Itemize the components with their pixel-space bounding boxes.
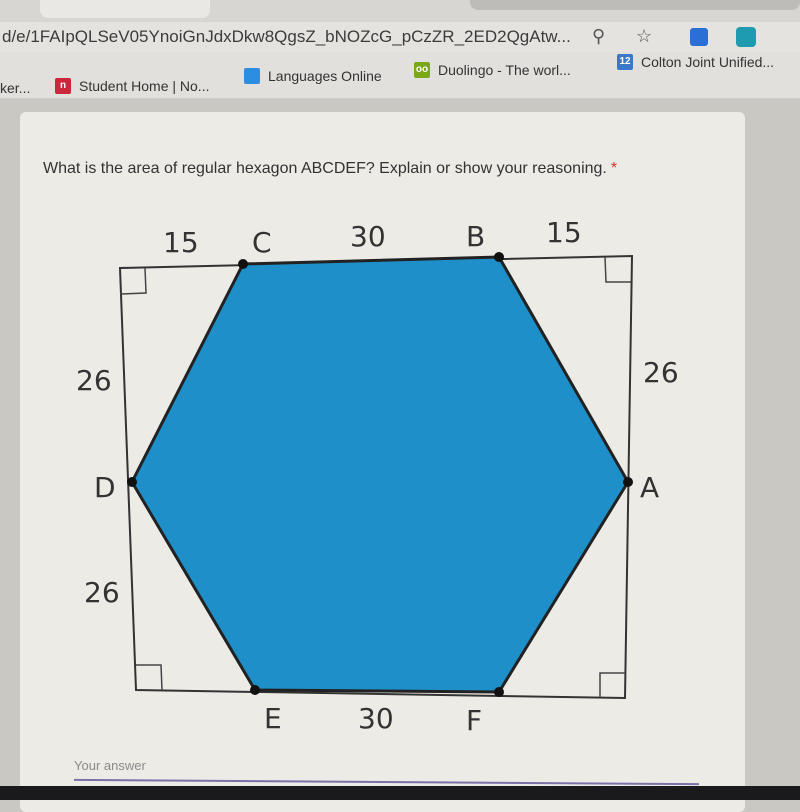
label-right-upper: 26 bbox=[643, 356, 679, 389]
vertex-label-a: A bbox=[640, 471, 659, 504]
vertex-point bbox=[623, 477, 633, 487]
right-angle-marker bbox=[119, 267, 147, 295]
label-bottom-middle: 30 bbox=[358, 702, 394, 735]
label-left-lower: 26 bbox=[84, 576, 120, 609]
vertex-point bbox=[238, 259, 248, 269]
vertex-label-e: E bbox=[264, 702, 282, 735]
label-top-left: 15 bbox=[163, 226, 199, 259]
vertex-label-c: C bbox=[252, 226, 272, 259]
screen-bezel bbox=[0, 786, 800, 800]
vertex-point bbox=[250, 685, 260, 695]
vertex-point bbox=[494, 687, 504, 697]
hexagon bbox=[130, 255, 630, 694]
right-angle-marker bbox=[599, 672, 625, 697]
vertex-point bbox=[127, 477, 137, 487]
hexagon-figure: 15 C 30 B 15 26 26 D A 26 E 30 F bbox=[76, 216, 679, 737]
vertex-label-b: B bbox=[466, 220, 485, 253]
vertex-label-f: F bbox=[466, 704, 482, 737]
right-angle-marker bbox=[604, 256, 631, 283]
vertex-point bbox=[494, 252, 504, 262]
vertex-label-d: D bbox=[94, 471, 116, 504]
answer-input[interactable]: Your answer bbox=[74, 758, 146, 773]
label-top-middle: 30 bbox=[350, 220, 386, 253]
label-left-upper: 26 bbox=[76, 364, 112, 397]
right-angle-marker bbox=[136, 664, 163, 691]
label-top-right: 15 bbox=[546, 216, 582, 249]
